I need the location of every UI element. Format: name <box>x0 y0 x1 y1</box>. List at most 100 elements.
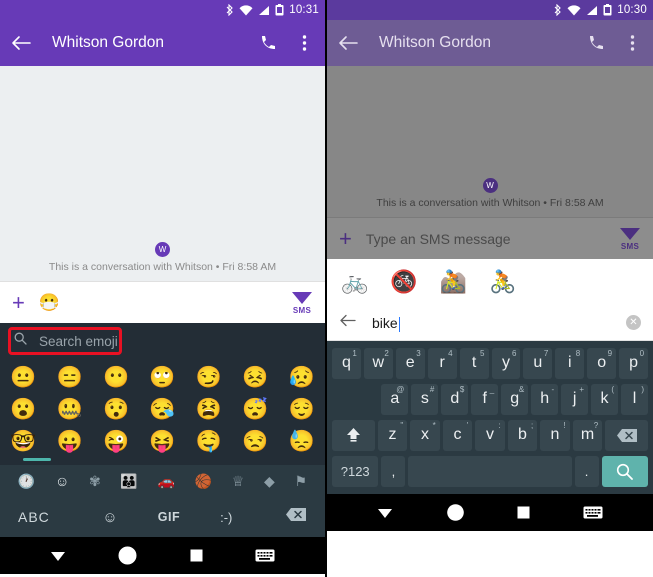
symbols-key[interactable]: ?123 <box>332 455 379 487</box>
key-v[interactable]: v: <box>475 419 505 451</box>
back-arrow-icon[interactable] <box>10 32 32 54</box>
backspace-key-left[interactable] <box>285 507 307 527</box>
key-r[interactable]: r4 <box>427 347 457 379</box>
shift-key[interactable] <box>331 419 375 451</box>
emoji-cell[interactable]: 😒 <box>242 427 268 457</box>
emoji-button[interactable]: 😷 <box>39 293 60 313</box>
emoji-cell[interactable]: 😜 <box>103 427 129 457</box>
comma-key[interactable]: , <box>381 455 406 487</box>
key-b[interactable]: b; <box>507 419 538 451</box>
symbols-category[interactable]: ◆ <box>264 473 275 490</box>
attach-plus-icon[interactable]: + <box>339 227 352 250</box>
emoji-cell[interactable]: 😝 <box>149 427 175 457</box>
sms-input-placeholder[interactable]: Type an SMS message <box>366 231 605 247</box>
nav-home-icon[interactable] <box>118 546 137 565</box>
emoji-grid[interactable]: 😐 😑 😶 🙄 😏 😣 😥 😮 🤐 😯 😪 😫 😴 😌 🤓 😛 😜 😝 🤤 😒 😓 <box>0 359 325 457</box>
key-g[interactable]: g & <box>501 383 529 415</box>
key-j[interactable]: j + <box>561 383 589 415</box>
search-key[interactable] <box>601 455 649 487</box>
key-i[interactable]: i8 <box>555 347 585 379</box>
emoji-search-results[interactable]: 🚲 🚳 🚵 🚴 <box>327 259 653 305</box>
emoji-cell[interactable]: 😪 <box>149 395 175 425</box>
key-f[interactable]: f _ <box>471 383 499 415</box>
emoji-cell[interactable]: 😫 <box>196 395 222 425</box>
key-e[interactable]: e3 <box>395 347 425 379</box>
emoji-search-bar[interactable]: Search emoji <box>0 323 325 359</box>
activity-category[interactable]: 🏀 <box>195 473 212 490</box>
nature-category[interactable]: ✾ <box>89 473 101 490</box>
send-button-left[interactable]: SMS <box>291 291 313 315</box>
emoji-search-input-bar[interactable]: bike ✕ <box>327 305 653 341</box>
key-c[interactable]: c ' <box>442 419 473 451</box>
nav-keyboard-icon[interactable] <box>583 506 603 519</box>
key-d[interactable]: d $ <box>441 383 469 415</box>
emoji-cell[interactable]: 😯 <box>103 395 129 425</box>
key-h[interactable]: h- <box>531 383 559 415</box>
emoji-cell[interactable]: 🤤 <box>196 427 222 457</box>
period-key[interactable]: . <box>574 455 599 487</box>
key-x[interactable]: x * <box>410 419 440 451</box>
send-button-right[interactable]: SMS <box>619 227 641 251</box>
overflow-menu-icon[interactable] <box>621 32 643 54</box>
emoji-cell[interactable]: 😶 <box>103 363 129 393</box>
nav-recents-icon[interactable] <box>517 506 530 519</box>
key-q[interactable]: q1 <box>331 347 361 379</box>
kaomoji-tab[interactable]: :-) <box>220 510 232 525</box>
emoji-cell[interactable]: 😛 <box>57 427 83 457</box>
result-emoji[interactable]: 🚵 <box>440 267 467 297</box>
abc-key[interactable]: ABC <box>18 509 50 525</box>
key-l[interactable]: l) <box>621 383 648 415</box>
nav-back-icon[interactable] <box>377 507 393 519</box>
emoji-cell[interactable]: 🤓 <box>10 427 36 457</box>
emoji-cell[interactable]: 🙄 <box>149 363 175 393</box>
emoji-cell[interactable]: 😥 <box>289 363 315 393</box>
nav-keyboard-icon[interactable] <box>255 549 275 562</box>
key-k[interactable]: k( <box>591 383 619 415</box>
emoji-cell[interactable]: 😮 <box>10 395 36 425</box>
emoji-cell[interactable]: 😏 <box>196 363 222 393</box>
space-key[interactable] <box>408 455 572 487</box>
key-t[interactable]: t5 <box>459 347 489 379</box>
emoji-cell[interactable]: 😓 <box>289 427 315 457</box>
objects-category[interactable]: ♕ <box>232 473 245 490</box>
emoji-cell[interactable]: 😐 <box>10 363 36 393</box>
result-emoji[interactable]: 🚴 <box>489 267 516 297</box>
smiley-tab-icon[interactable]: ☺ <box>102 509 117 526</box>
key-y[interactable]: y6 <box>491 347 521 379</box>
recent-category[interactable]: 🕐 <box>18 473 35 490</box>
overflow-menu-icon[interactable] <box>293 32 315 54</box>
key-m[interactable]: m? <box>572 419 603 451</box>
nav-back-icon[interactable] <box>50 550 66 562</box>
emoji-cell[interactable]: 😴 <box>242 395 268 425</box>
gif-tab[interactable]: GIF <box>158 510 180 524</box>
travel-category[interactable]: 🚗 <box>158 473 175 490</box>
emoji-cell[interactable]: 😌 <box>289 395 315 425</box>
result-emoji[interactable]: 🚳 <box>390 267 417 297</box>
emoji-cell[interactable]: 😑 <box>57 363 83 393</box>
smileys-category[interactable]: ☺ <box>55 473 69 489</box>
key-s[interactable]: s # <box>411 383 439 415</box>
backspace-key-right[interactable] <box>605 419 649 451</box>
key-w[interactable]: w2 <box>363 347 393 379</box>
back-arrow-icon[interactable] <box>337 32 359 54</box>
phone-icon[interactable] <box>585 32 607 54</box>
nav-recents-icon[interactable] <box>190 549 203 562</box>
key-a[interactable]: a @ <box>381 383 409 415</box>
key-z[interactable]: z " <box>377 419 408 451</box>
search-back-arrow-icon[interactable] <box>339 314 356 331</box>
key-o[interactable]: o9 <box>587 347 617 379</box>
emoji-cell[interactable]: 😣 <box>242 363 268 393</box>
result-emoji[interactable]: 🚲 <box>341 267 368 297</box>
flags-category[interactable]: ⚑ <box>294 473 307 490</box>
people-category[interactable]: 👪 <box>120 473 137 490</box>
nav-home-icon[interactable] <box>446 503 465 522</box>
clear-search-icon[interactable]: ✕ <box>626 315 641 330</box>
key-p[interactable]: p0 <box>619 347 649 379</box>
key-n[interactable]: n! <box>540 419 570 451</box>
emoji-category-bar[interactable]: 🕐 ☺ ✾ 👪 🚗 🏀 ♕ ◆ ⚑ <box>0 465 325 497</box>
qwerty-keyboard[interactable]: q1w2e3r4t5y6u7i8o9p0 a @ s # d $ f _ g & h - j + k(l) … <box>327 341 653 494</box>
search-input-value[interactable]: bike <box>372 315 610 331</box>
emoji-cell[interactable]: 🤐 <box>57 395 83 425</box>
attach-plus-icon[interactable]: + <box>12 291 25 314</box>
key-u[interactable]: u7 <box>523 347 553 379</box>
